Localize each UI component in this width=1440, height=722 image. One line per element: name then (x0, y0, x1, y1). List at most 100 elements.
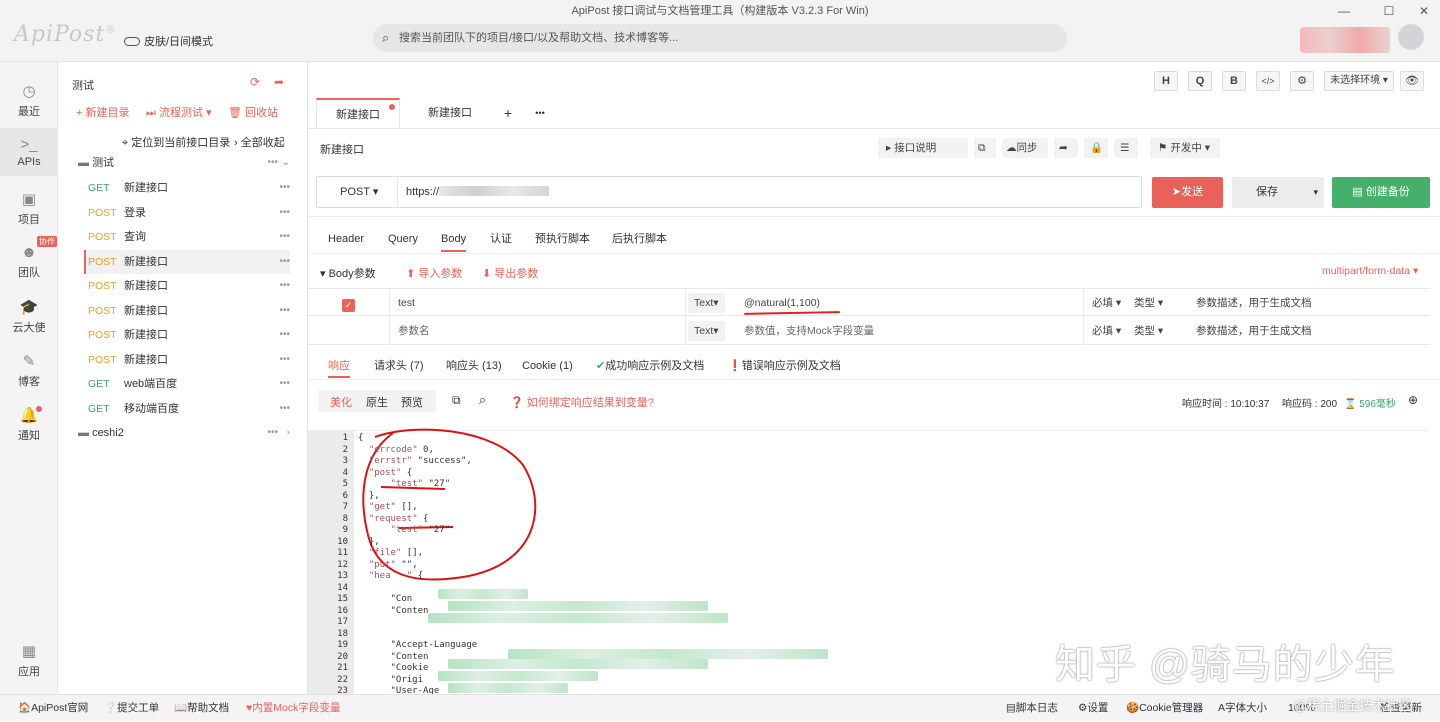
settings-button[interactable]: ⚙ (1290, 71, 1314, 91)
add-tab-button[interactable]: + (496, 98, 520, 128)
tree-item-active[interactable]: POST 新建接口 ••• (84, 250, 290, 274)
tab[interactable]: 新建接口 (408, 98, 492, 128)
nav-notify[interactable]: 🔔 通知 (0, 406, 58, 443)
tab-header[interactable]: Header (328, 226, 364, 252)
url-input[interactable]: https:// (406, 176, 550, 208)
ticket-link[interactable]: ❔提交工单 (104, 695, 159, 722)
body-params-toggle[interactable]: ▾ Body参数 (320, 265, 376, 281)
param-value[interactable]: 参数值，支持Mock字段变量 (736, 317, 1084, 345)
param-desc[interactable]: 参数描述，用于生成文档 (1196, 289, 1426, 317)
skin-toggle[interactable]: 皮肤/日间模式 (124, 33, 213, 49)
collapse-all-button[interactable]: › 全部收起 (234, 134, 285, 150)
tree-item[interactable]: GET 新建接口 ••• (58, 176, 308, 200)
tree-item[interactable]: GET 移动端百度 ••• (58, 397, 308, 421)
global-search-input[interactable]: ⌕ 搜索当前团队下的项目/接口/以及帮助文档、技术博客等... (373, 24, 1067, 52)
mock-link[interactable]: ♥内置Mock字段变量 (246, 695, 340, 722)
required-select[interactable]: 必填 ▾ (1088, 289, 1128, 317)
nav-team[interactable]: ☻ 团队 协作 (0, 236, 58, 280)
tab-success-example[interactable]: ✔成功响应示例及文档 (596, 354, 704, 378)
tab-more-button[interactable]: ••• (528, 98, 552, 128)
nav-project[interactable]: ▣ 项目 (0, 190, 58, 227)
param-type-select[interactable]: Text▾ (688, 289, 734, 317)
param-key[interactable]: test (390, 289, 686, 317)
param-desc[interactable]: 参数描述，用于生成文档 (1196, 317, 1426, 345)
view-raw[interactable]: 原生 (366, 394, 388, 410)
search-icon[interactable]: ⌕ (479, 392, 486, 408)
tab-resp-headers[interactable]: 响应头 (13) (446, 354, 502, 378)
cookie-manager-button[interactable]: 🍪Cookie管理器 (1126, 695, 1203, 722)
tree-item[interactable]: POST 新建接口 ••• (58, 274, 308, 298)
export-params-button[interactable]: ⬇ 导出参数 (482, 265, 538, 281)
api-name[interactable]: 新建接口 (320, 141, 364, 157)
backup-button[interactable]: ▤ 创建备份 (1332, 177, 1430, 208)
dtype-select[interactable]: 类型 ▾ (1134, 317, 1190, 345)
env-select[interactable]: 未选择环境 ▾ (1324, 71, 1394, 91)
code-button[interactable]: </> (1256, 71, 1280, 91)
nav-blog[interactable]: ✎ 博客 (0, 352, 58, 389)
param-checkbox[interactable]: ✓ (308, 289, 390, 317)
settings-button[interactable]: ⚙设置 (1078, 695, 1108, 722)
minimize-button[interactable]: — (1330, 2, 1358, 20)
more-icon[interactable]: ⊕ (1408, 393, 1418, 407)
folder-test[interactable]: ▬ 测试 ••• ⌄ (58, 151, 308, 175)
tree-item[interactable]: POST 登录 ••• (58, 201, 308, 225)
bind-help-link[interactable]: ❓ 如何绑定响应结果到变量? (510, 394, 654, 410)
status-select[interactable]: ⚑ 开发中 ▾ (1150, 138, 1220, 158)
site-link[interactable]: 🏠ApiPost官网 (18, 695, 88, 722)
script-log-button[interactable]: ▤脚本日志 (1006, 695, 1058, 722)
view-preview[interactable]: 预览 (401, 394, 423, 410)
h-button[interactable]: H (1154, 71, 1178, 91)
tab-body[interactable]: Body (441, 226, 467, 252)
copy-icon[interactable]: ⧉ (452, 393, 461, 408)
tab-cookie[interactable]: Cookie (1) (522, 354, 573, 378)
tab-auth[interactable]: 认证 (490, 226, 512, 252)
tree-item[interactable]: GET web端百度 ••• (58, 372, 308, 396)
locate-button[interactable]: ⌖ 定位到当前接口目录 (122, 134, 230, 150)
send-button[interactable]: ➤发送 (1152, 177, 1223, 208)
view-pretty[interactable]: 美化 (330, 394, 352, 410)
close-button[interactable]: ✕ (1410, 2, 1438, 20)
tab-req-headers[interactable]: 请求头 (7) (374, 354, 424, 378)
new-dir-button[interactable]: + 新建目录 (76, 104, 129, 120)
nav-apps[interactable]: ▦ 应用 (0, 642, 58, 679)
tab-response[interactable]: 响应 (328, 354, 350, 378)
folder-ceshi2[interactable]: ▬ ceshi2 ••• › (58, 421, 308, 445)
tree-item[interactable]: POST 新建接口 ••• (58, 299, 308, 323)
tab-post-script[interactable]: 后执行脚本 (612, 226, 667, 252)
nav-ambassador[interactable]: 🎓 云大使 (0, 298, 58, 335)
tab-error-example[interactable]: ❗错误响应示例及文档 (728, 354, 841, 378)
refresh-icon[interactable]: ⟳ (250, 75, 260, 89)
tab-query[interactable]: Query (388, 226, 418, 252)
tab-active[interactable]: 新建接口 (316, 98, 400, 128)
database-icon[interactable]: ☰ (1114, 138, 1138, 158)
recycle-button[interactable]: 🗑 回收站 (228, 104, 278, 120)
avatar[interactable] (1398, 24, 1424, 50)
tab-pre-script[interactable]: 预执行脚本 (535, 226, 590, 252)
lock-icon[interactable]: 🔒 (1084, 138, 1108, 158)
api-desc-button[interactable]: ▸ 接口说明 (878, 138, 968, 158)
help-link[interactable]: 📖帮助文档 (174, 695, 229, 722)
param-type-select[interactable]: Text▾ (688, 317, 734, 345)
eye-icon[interactable]: 👁 (1400, 71, 1424, 91)
content-type-select[interactable]: multipart/form-data ▾ (1322, 265, 1418, 277)
import-params-button[interactable]: ⬆ 导入参数 (406, 265, 462, 281)
tree-item[interactable]: POST 新建接口 ••• (58, 348, 308, 372)
share-icon[interactable]: ➦ (1054, 138, 1078, 158)
share-icon[interactable]: ➦ (274, 75, 284, 89)
param-checkbox[interactable] (308, 317, 390, 345)
required-select[interactable]: 必填 ▾ (1088, 317, 1128, 345)
maximize-button[interactable]: ☐ (1375, 2, 1403, 20)
tree-item[interactable]: POST 查询 ••• (58, 225, 308, 249)
tree-item[interactable]: POST 新建接口 ••• (58, 323, 308, 347)
dtype-select[interactable]: 类型 ▾ (1134, 289, 1190, 317)
sync-button[interactable]: ☁同步 (1002, 138, 1048, 158)
flow-test-button[interactable]: ⏭ 流程测试 ▾ (146, 104, 212, 120)
copy-icon[interactable]: ⧉ (974, 138, 996, 158)
q-button[interactable]: Q (1188, 71, 1212, 91)
param-key[interactable]: 参数名 (390, 317, 686, 345)
nav-recent[interactable]: ◷ 最近 (0, 82, 58, 119)
save-button[interactable]: 保存 ▾ (1232, 177, 1324, 208)
b-button[interactable]: B (1222, 71, 1246, 91)
font-size-button[interactable]: A字体大小 (1218, 695, 1267, 722)
method-select[interactable]: POST ▾ (328, 176, 398, 208)
